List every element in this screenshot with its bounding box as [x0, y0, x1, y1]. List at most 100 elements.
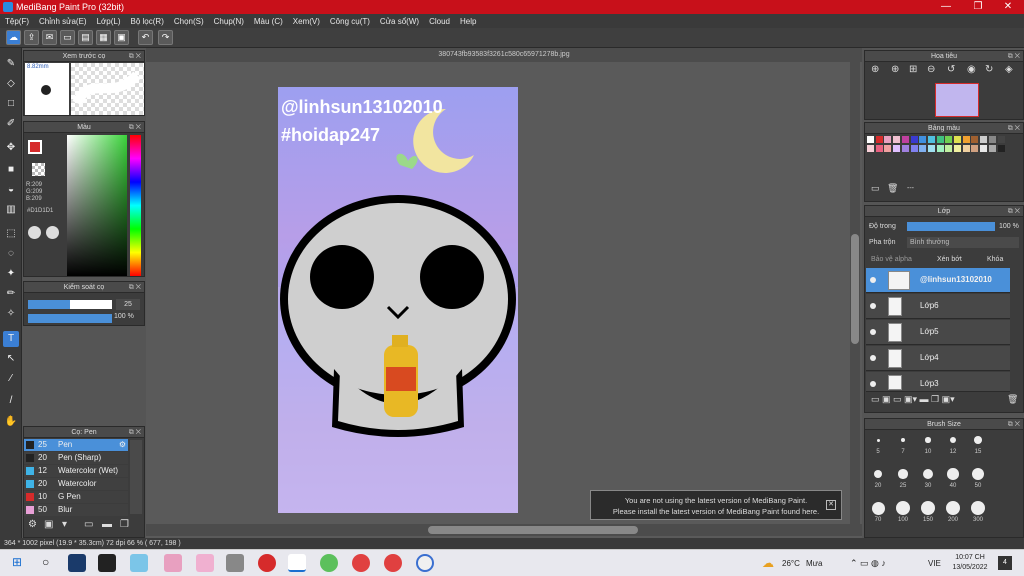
layer-delete-icon[interactable]: 🗑 — [1007, 394, 1018, 405]
tray-chevron-icon[interactable]: ⌃ ▭ ◍ ♪ — [850, 558, 886, 569]
brush-size-value[interactable]: 25 — [116, 299, 140, 310]
brush-item[interactable]: 20 Pen (Sharp) — [24, 452, 128, 464]
layer-add-icon[interactable]: ▭ ▣ ▭ ▣▾ ▬ ❐ ▣▾ — [871, 394, 955, 405]
brush-copy-icon[interactable]: ❐ — [120, 519, 129, 530]
windows-start-icon[interactable]: ⊞ — [12, 555, 22, 569]
palette-swatch[interactable] — [867, 136, 874, 143]
palette-swatch[interactable] — [936, 145, 944, 152]
eye-icon[interactable] — [870, 329, 876, 335]
brush-add-icon[interactable]: ▣ — [44, 519, 53, 530]
taskbar-app-icon[interactable] — [98, 554, 116, 572]
palette-swatch[interactable] — [884, 145, 892, 152]
menu-tools[interactable]: Công cụ(T) — [325, 17, 375, 26]
palette-swatch[interactable] — [988, 145, 996, 152]
clock[interactable]: 10:07 CH 13/05/2022 — [950, 553, 990, 573]
select-tool-icon[interactable]: ⬚ — [3, 226, 19, 242]
taskbar-app-icon[interactable] — [164, 554, 182, 572]
material-icon[interactable]: ▣ — [114, 30, 129, 45]
share-icon[interactable]: ⇪ — [24, 30, 39, 45]
layer-row[interactable]: Lớp6 — [866, 294, 1010, 319]
document-tab[interactable]: 380743fb93583f3261c580c65971278b.jpg — [146, 48, 862, 62]
palette-swatch[interactable] — [945, 136, 953, 143]
palette-swatch[interactable] — [867, 145, 874, 152]
menu-file[interactable]: Tệp(F) — [0, 17, 34, 26]
menu-cloud[interactable]: Cloud — [424, 17, 455, 26]
taskbar-app-icon[interactable] — [320, 554, 338, 572]
taskbar-app-icon[interactable] — [288, 554, 306, 572]
palette-swatch[interactable] — [910, 136, 918, 143]
blend-mode-select[interactable]: Bình thường — [907, 237, 1019, 248]
brush-size-preset[interactable]: 5 — [868, 433, 888, 455]
hand-tool-icon[interactable]: ✋ — [3, 414, 19, 430]
color-wheel-icon[interactable] — [28, 226, 41, 239]
chrome-icon[interactable] — [384, 554, 402, 572]
panel-detach-icon[interactable]: ⧉ ✕ — [1008, 51, 1020, 62]
eye-icon[interactable] — [870, 381, 876, 387]
palette-swatch[interactable] — [988, 136, 996, 143]
brush-size-preset[interactable]: 25 — [893, 467, 913, 489]
panel-detach-icon[interactable]: ⧉ ✕ — [1008, 206, 1020, 217]
palette-delete-icon[interactable]: 🗑 — [887, 183, 898, 194]
vertical-scrollbar[interactable] — [850, 62, 860, 524]
palette-swatches[interactable] — [867, 136, 1009, 166]
weather-icon[interactable]: ☁ — [762, 556, 774, 570]
menu-layer[interactable]: Lớp(L) — [92, 17, 126, 26]
lock-checkbox[interactable]: Khóa — [987, 256, 1003, 263]
panel-detach-icon[interactable]: ⧉ ✕ — [1008, 123, 1020, 134]
clip-checkbox[interactable]: Xén bớt — [937, 256, 962, 263]
palette-swatch[interactable] — [962, 136, 970, 143]
select-eraser-icon[interactable]: ✧ — [3, 306, 19, 322]
brush-size-preset[interactable]: 30 — [918, 467, 938, 489]
hue-slider[interactable] — [130, 135, 141, 276]
brush-item[interactable]: 12 Watercolor (Wet) — [24, 465, 128, 477]
eraser-tool-icon[interactable]: ◇ — [3, 76, 19, 92]
palette-swatch[interactable] — [919, 145, 927, 152]
brush-size-preset[interactable]: 300 — [968, 501, 988, 523]
reset-icon[interactable]: ◉ — [967, 64, 976, 75]
eye-icon[interactable] — [870, 277, 876, 283]
cloud-icon[interactable]: ☁ — [6, 30, 21, 45]
brush-item[interactable]: 20 Watercolor — [24, 478, 128, 490]
notification-icon[interactable]: 4 — [998, 556, 1012, 570]
palette-swatch[interactable] — [997, 145, 1005, 152]
palette-swatch[interactable] — [945, 145, 953, 152]
brush-doc-icon[interactable]: ▭ — [84, 519, 93, 530]
taskbar-app-icon[interactable] — [196, 554, 214, 572]
redo-icon[interactable]: ↷ — [158, 30, 173, 45]
palette-swatch[interactable] — [936, 136, 944, 143]
palette-swatch[interactable] — [893, 145, 901, 152]
brush-item[interactable]: 50 Blur — [24, 504, 128, 516]
brush-size-preset[interactable]: 50 — [968, 467, 988, 489]
rotate-right-icon[interactable]: ↻ — [985, 64, 993, 75]
palette-swatch[interactable] — [997, 136, 1005, 143]
palette-add-icon[interactable]: ▭ — [871, 183, 880, 194]
saturation-value-picker[interactable] — [67, 135, 127, 276]
close-button[interactable]: ✕ — [994, 0, 1022, 14]
gradient-tool-icon[interactable]: ▥ — [3, 202, 19, 218]
panel-detach-icon[interactable]: ⧉ ✕ — [129, 122, 141, 133]
grid-icon[interactable]: ▦ — [96, 30, 111, 45]
palette-swatch[interactable] — [910, 145, 918, 152]
menu-edit[interactable]: Chỉnh sửa(E) — [34, 17, 92, 26]
menu-view[interactable]: Xem(V) — [288, 17, 325, 26]
brush-size-slider[interactable] — [28, 300, 112, 309]
brush-dropdown-icon[interactable]: ▾ — [62, 519, 67, 530]
brush-settings-icon[interactable]: ⚙ — [28, 519, 37, 530]
notice-close-icon[interactable]: ✕ — [826, 500, 836, 510]
menu-capture[interactable]: Chụp(N) — [209, 17, 249, 26]
brush-size-preset[interactable]: 150 — [918, 501, 938, 523]
minimize-button[interactable]: — — [932, 0, 960, 14]
brush-gear-icon[interactable]: ⚙ — [119, 439, 126, 451]
menu-window[interactable]: Cửa sổ(W) — [375, 17, 424, 26]
chrome-icon[interactable] — [352, 554, 370, 572]
palette-swatch[interactable] — [962, 145, 970, 152]
layer-row[interactable]: Lớp4 — [866, 346, 1010, 371]
palette-swatch[interactable] — [893, 136, 901, 143]
palette-swatch[interactable] — [980, 136, 988, 143]
taskbar-app-icon[interactable] — [68, 554, 86, 572]
panel-detach-icon[interactable]: ⧉ ✕ — [129, 282, 141, 293]
brush-list-scrollbar[interactable] — [130, 440, 142, 514]
fit-icon[interactable]: ⊞ — [909, 64, 917, 75]
vertical-scroll-thumb[interactable] — [851, 234, 859, 344]
lasso-tool-icon[interactable]: ◌ — [3, 246, 19, 262]
